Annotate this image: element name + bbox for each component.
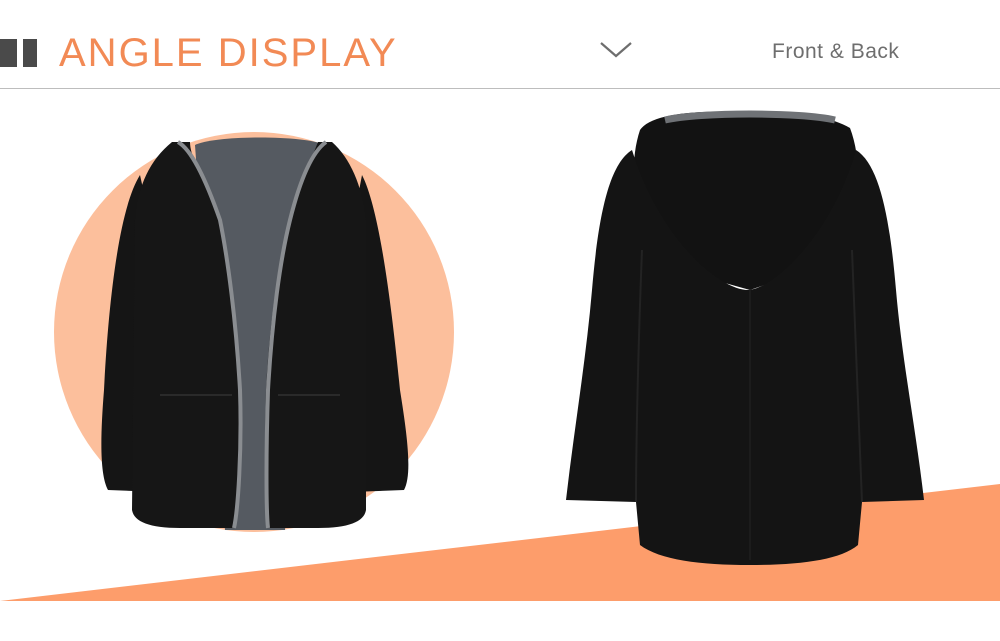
header-bar-right [23,39,37,67]
chevron-down-icon[interactable] [599,40,633,60]
section-title: ANGLE DISPLAY [59,31,398,75]
section-header: ANGLE DISPLAY Front & Back [0,0,1000,89]
header-bar-left [0,39,17,67]
section-subtitle: Front & Back [772,40,900,63]
background-graphics [0,110,1000,601]
jacket-back-image [566,110,924,565]
angle-display-stage [0,90,1000,641]
jacket-front-image [101,137,409,530]
